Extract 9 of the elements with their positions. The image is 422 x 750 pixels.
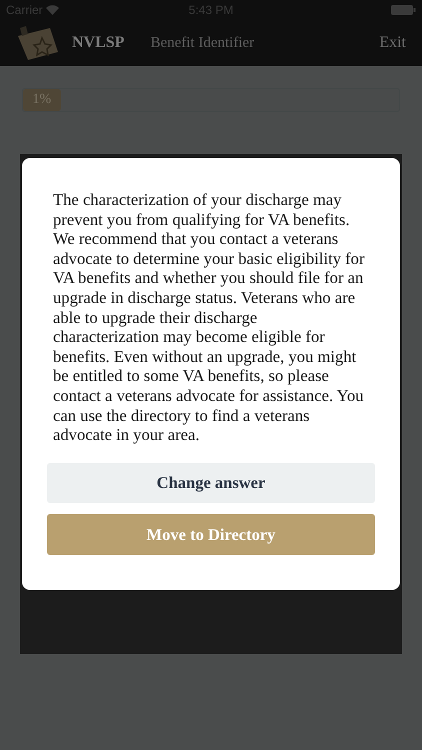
battery-icon: [391, 5, 416, 15]
directory-button[interactable]: Move to Directory: [47, 514, 375, 555]
nav-title: Benefit Identifier: [150, 34, 256, 52]
wifi-icon: [46, 5, 59, 15]
logo-icon: [16, 24, 60, 62]
dialog-message: The characterization of your discharge may prevent you from qualifying for VA benefits. We recommend that you contact a veterans advocate to determine your basic eligibility for VA benefits and whether you should file for an upgrade in discharge status. Veterans who are able to upgrade their discharge characterization may become eligible for benefits. Even without an upgrade, you might be entitled to some VA benefits, so please contact a veterans advocate for assistance. You can use the directory to find a veterans advocate in your area.: [53, 190, 366, 445]
brand-name: NVLSP: [72, 34, 124, 52]
change-answer-button[interactable]: Change answer: [47, 462, 375, 504]
exit-link[interactable]: Exit: [379, 34, 406, 52]
